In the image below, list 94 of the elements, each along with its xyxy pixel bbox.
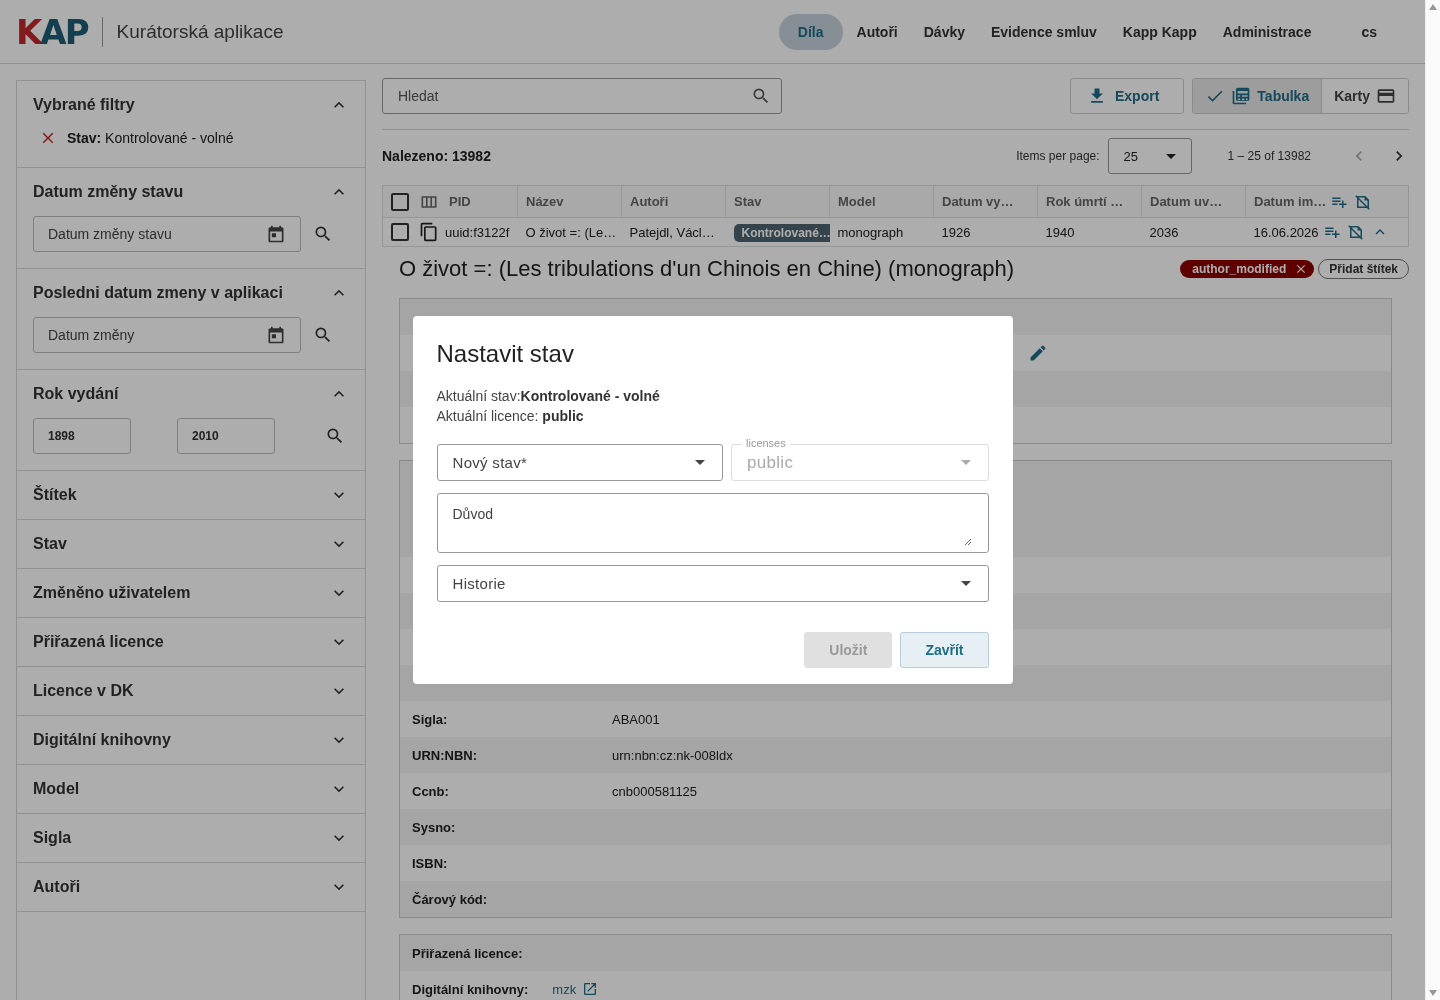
filter-title[interactable]: Stav: [33, 535, 67, 553]
table-icon: [1231, 86, 1252, 106]
year-from-field[interactable]: 1898: [33, 418, 131, 454]
field-label: Sigla:: [412, 711, 449, 727]
file-slash-icon: [1354, 192, 1373, 211]
record-title: O život =: (Les tribulations d'un Chinois en Chine) (monograph): [399, 256, 1014, 282]
filter-title[interactable]: Digitální knihovny: [33, 731, 171, 749]
field-label: Ccnb:: [412, 783, 450, 799]
caret-icon: [1165, 153, 1176, 159]
status-chip: Kontrolované…: [733, 223, 830, 242]
field-label: URN:NBN:: [412, 747, 478, 763]
table-cell: O život =: (Le…: [525, 224, 617, 240]
search-icon: [313, 224, 333, 244]
column-header[interactable]: Stav: [734, 194, 762, 209]
caret-icon: [960, 460, 971, 465]
filter-title[interactable]: Rok vydání: [33, 385, 119, 403]
table-cell: Patejdl, Václ…: [629, 224, 715, 240]
nav-tab[interactable]: Autoři: [844, 13, 910, 50]
search-field[interactable]: Hledat: [382, 78, 782, 114]
external-link-icon: [582, 981, 599, 997]
app-title: Kurátorská aplikace: [116, 20, 284, 43]
page-range: 1 – 25 of 13982: [1227, 149, 1311, 163]
field-value: ABA001: [612, 711, 660, 727]
select-field[interactable]: Nový stav*: [436, 444, 723, 481]
calendar-icon: [266, 224, 286, 244]
external-link[interactable]: mzk: [552, 981, 599, 997]
column-header[interactable]: Název: [526, 194, 564, 209]
checkbox[interactable]: [391, 192, 409, 211]
field-value: cnb000581125: [612, 783, 698, 799]
field-label: Čárový kód:: [412, 891, 489, 907]
filter-title[interactable]: Licence v DK: [33, 682, 134, 700]
info-text: Aktuální stav:Kontrolované - volné: [436, 387, 661, 406]
nav-tab[interactable]: Kapp Kapp: [1110, 13, 1209, 50]
filter-title[interactable]: Změněno uživatelem: [33, 584, 191, 602]
view-toggle-button[interactable]: Tabulka: [1193, 79, 1322, 113]
caret-icon: [695, 460, 705, 465]
filter-title[interactable]: Vybrané filtry: [33, 96, 135, 114]
result-count: Nalezeno: 13982: [382, 148, 491, 164]
nav-tab[interactable]: Evidence smluv: [979, 13, 1109, 50]
pencil-icon: [1028, 343, 1048, 363]
nav-tab[interactable]: Administrace: [1210, 13, 1324, 50]
filter-chip-text: Stav: Kontrolované - volné: [67, 130, 234, 146]
checkbox[interactable]: [391, 223, 409, 241]
field-label: Sysno:: [412, 819, 457, 835]
dialog-title: Nastavit stav: [436, 340, 575, 368]
filter-title[interactable]: Přiřazená licence: [33, 633, 164, 651]
nav-tab[interactable]: Dávky: [911, 13, 977, 50]
field-label: Digitální knihovny:: [412, 981, 529, 997]
scroll-down-icon[interactable]: [1429, 990, 1437, 996]
filter-title[interactable]: Sigla: [33, 829, 72, 847]
filter-title[interactable]: Model: [33, 780, 80, 798]
filter-title[interactable]: Štítek: [33, 486, 77, 504]
filter-title[interactable]: Datum změny stavu: [33, 183, 184, 201]
add-tag-button[interactable]: Přidat štítek: [1318, 259, 1409, 279]
view-toggle-button[interactable]: Karty: [1321, 79, 1408, 113]
scrollbar[interactable]: [1425, 0, 1440, 1000]
date-field[interactable]: Datum změny: [33, 317, 301, 353]
field-label: Přiřazená licence:: [412, 945, 523, 961]
table-cell: 2036: [1149, 224, 1179, 240]
search-icon: [325, 426, 345, 446]
resize-handle-icon[interactable]: [963, 538, 972, 546]
table-cell: uuid:f3122f: [445, 224, 510, 240]
table-cell: 1940: [1045, 224, 1075, 240]
column-header[interactable]: PID: [449, 194, 471, 209]
logo[interactable]: KAP: [16, 11, 88, 52]
language-button[interactable]: cs: [1349, 13, 1389, 50]
filter-title[interactable]: Autoři: [33, 878, 81, 896]
info-text: Aktuální licence: public: [436, 407, 585, 426]
column-header[interactable]: Autoři: [630, 194, 669, 209]
items-per-page-select[interactable]: 25: [1107, 138, 1192, 174]
table-cell: 16.06.2026: [1253, 224, 1319, 240]
field-label: ISBN:: [412, 855, 449, 871]
copy-icon: [419, 222, 439, 242]
close-button[interactable]: Zavřít: [900, 632, 989, 668]
file-slash-icon: [1346, 223, 1365, 241]
select-field[interactable]: Historie: [436, 565, 989, 602]
text-area[interactable]: Důvod: [436, 493, 989, 553]
scroll-up-icon[interactable]: [1429, 4, 1437, 10]
table-cell: monograph: [837, 224, 904, 240]
search-icon: [751, 86, 771, 106]
year-to-field[interactable]: 2010: [177, 418, 275, 454]
floating-label: licenses: [742, 436, 790, 450]
export-button[interactable]: Export: [1070, 78, 1185, 114]
card-icon: [1376, 86, 1396, 106]
column-header[interactable]: Model: [838, 194, 876, 209]
filter-title[interactable]: Posledni datum zmeny v aplikaci: [33, 284, 283, 302]
caret-icon: [960, 581, 971, 586]
table-cell: 1926: [941, 224, 971, 240]
tag-chip[interactable]: author_modified: [1180, 260, 1315, 278]
calendar-icon: [266, 325, 286, 345]
date-field[interactable]: Datum změny stavu: [33, 216, 301, 252]
items-per-page-label: Items per page:: [1016, 149, 1100, 163]
search-icon: [313, 325, 333, 345]
field-value: urn:nbn:cz:nk-008ldx: [612, 747, 733, 763]
